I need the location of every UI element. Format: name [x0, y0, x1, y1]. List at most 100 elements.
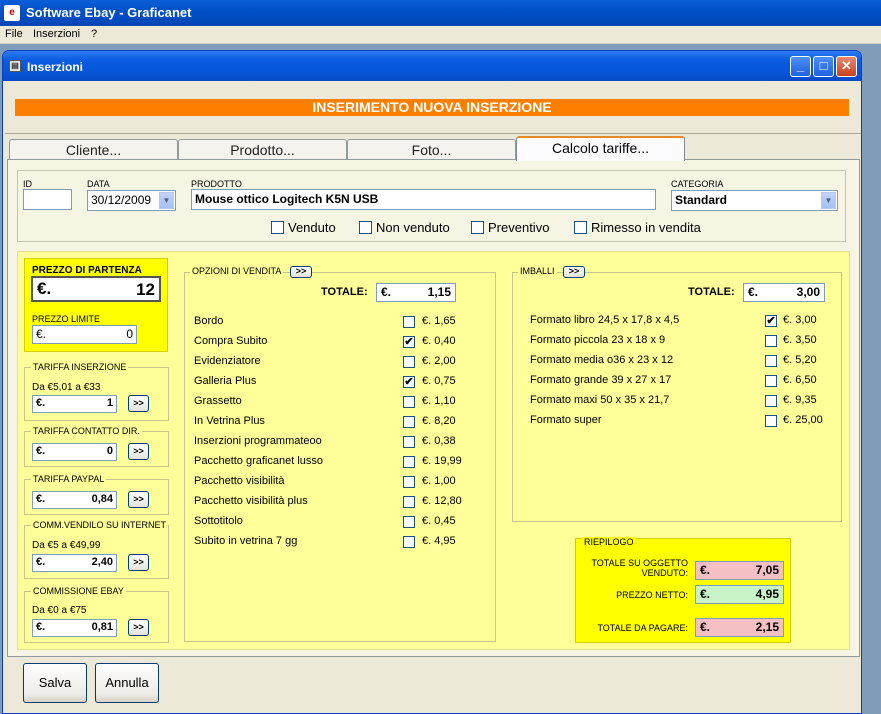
window-titlebar: ▤ Inserzioni _ □ ✕ [3, 51, 861, 81]
opzioni-item-checkbox[interactable] [403, 396, 415, 408]
opzioni-detail-button[interactable]: >> [290, 266, 312, 278]
totale-pagare-label: TOTALE DA PAGARE: [597, 623, 688, 633]
opzioni-item-checkbox[interactable] [403, 416, 415, 428]
opzioni-item-name: Inserzioni programmateoo [194, 435, 322, 447]
opzioni-item-checkbox[interactable] [403, 436, 415, 448]
annulla-button[interactable]: Annulla [95, 663, 159, 703]
opzioni-item-price: €. 1,10 [422, 395, 456, 407]
imballi-item-checkbox[interactable] [765, 395, 777, 407]
opzioni-item-price: €. 8,20 [422, 415, 456, 427]
imballi-item-checkbox[interactable] [765, 375, 777, 387]
venduto-checkbox[interactable] [271, 221, 284, 234]
imballi-item-name: Formato media o36 x 23 x 12 [530, 354, 674, 366]
prezzo-limite-field[interactable]: €. 0 [32, 325, 137, 344]
comm-vendilo-detail-button[interactable]: >> [128, 554, 149, 571]
imballi-totale-field[interactable]: €. 3,00 [743, 283, 825, 302]
totale-pagare-value: 2,15 [755, 620, 779, 634]
tariffa-paypal-label: TARIFFA PAYPAL [31, 474, 107, 484]
opzioni-item-name: Subito in vetrina 7 gg [194, 535, 298, 547]
euro-prefix: €. [700, 587, 711, 601]
menu-inserzioni[interactable]: Inserzioni [33, 28, 80, 40]
prezzo-partenza-label: PREZZO DI PARTENZA [32, 265, 142, 276]
salva-button[interactable]: Salva [23, 663, 87, 703]
totale-pagare-field[interactable]: €. 2,15 [695, 618, 784, 637]
app-icon: e [4, 5, 20, 21]
opzioni-totale-value: 1,15 [427, 285, 451, 299]
comm-vendilo-label: COMM.VENDILO SU INTERNET [31, 520, 169, 530]
prodotto-field[interactable]: Mouse ottico Logitech K5N USB [191, 189, 656, 210]
euro-prefix: €. [381, 285, 392, 299]
commissione-ebay-detail-button[interactable]: >> [128, 619, 149, 636]
categoria-select[interactable]: Standard ▼ [671, 190, 838, 211]
opzioni-totale-label: TOTALE: [321, 286, 368, 298]
preventivo-label: Preventivo [488, 220, 550, 235]
maximize-button[interactable]: □ [813, 56, 834, 77]
opzioni-item-price: €. 4,95 [422, 535, 456, 547]
opzioni-item-checkbox[interactable] [403, 356, 415, 368]
tariffa-inserzione-field[interactable]: €. 1 [32, 395, 117, 413]
euro-prefix: €. [748, 285, 759, 299]
imballi-item-checkbox[interactable] [765, 335, 777, 347]
imballi-detail-button[interactable]: >> [563, 266, 585, 278]
rimesso-checkbox[interactable] [574, 221, 587, 234]
tariffa-paypal-field[interactable]: €. 0,84 [32, 491, 117, 509]
tab-calcolo-tariffe[interactable]: Calcolo tariffe... [516, 136, 685, 161]
opzioni-item-name: Pacchetto graficanet lusso [194, 455, 324, 467]
comm-vendilo-field[interactable]: €. 2,40 [32, 554, 117, 572]
tab-prodotto[interactable]: Prodotto... [178, 139, 347, 160]
chevron-down-icon[interactable]: ▼ [821, 192, 836, 209]
data-label: DATA [87, 179, 110, 189]
commissione-ebay-value: 0,81 [91, 621, 113, 633]
opzioni-item-name: Galleria Plus [194, 375, 257, 387]
opzioni-item-checkbox[interactable] [403, 536, 415, 548]
tariffa-inserzione-detail-button[interactable]: >> [128, 395, 149, 412]
imballi-item-price: €. 6,50 [783, 374, 817, 386]
prezzo-netto-field[interactable]: €. 4,95 [695, 585, 784, 604]
opzioni-item-checkbox[interactable] [403, 476, 415, 488]
imballi-item-checkbox[interactable] [765, 415, 777, 427]
prezzo-limite-label: PREZZO LIMITE [32, 314, 101, 324]
menu-help[interactable]: ? [91, 28, 97, 40]
imballi-item-name: Formato maxi 50 x 35 x 21,7 [530, 394, 670, 406]
non-venduto-checkbox[interactable] [359, 221, 372, 234]
imballi-item-checkbox[interactable] [765, 355, 777, 367]
id-field[interactable] [23, 189, 72, 210]
opzioni-item-checkbox[interactable]: ✔ [403, 336, 415, 348]
opzioni-item-checkbox[interactable] [403, 316, 415, 328]
opzioni-item-name: Compra Subito [194, 335, 268, 347]
totale-oggetto-field[interactable]: €. 7,05 [695, 561, 784, 580]
totale-oggetto-label-line2: VENDUTO: [641, 568, 688, 578]
tariffa-contatto-field[interactable]: €. 0 [32, 443, 117, 461]
imballi-item-price: €. 25,00 [783, 414, 823, 426]
tariffa-contatto-label: TARIFFA CONTATTO DIR. [31, 426, 142, 436]
opzioni-item-price: €. 0,40 [422, 335, 456, 347]
opzioni-item-checkbox[interactable] [403, 496, 415, 508]
categoria-value: Standard [675, 193, 728, 207]
tariffa-paypal-detail-button[interactable]: >> [128, 491, 149, 508]
venduto-label: Venduto [288, 220, 336, 235]
opzioni-totale-field[interactable]: €. 1,15 [376, 283, 456, 302]
data-picker[interactable]: 30/12/2009 ▼ [87, 190, 176, 211]
prezzo-partenza-field[interactable]: €. 12 [31, 276, 161, 302]
euro-prefix: €. [36, 397, 46, 409]
non-venduto-label: Non venduto [376, 220, 450, 235]
opzioni-item-checkbox[interactable] [403, 516, 415, 528]
opzioni-item-checkbox[interactable]: ✔ [403, 376, 415, 388]
imballi-totale-label: TOTALE: [688, 286, 735, 298]
prezzo-limite-value: 0 [126, 327, 133, 341]
commissione-ebay-field[interactable]: €. 0,81 [32, 619, 117, 637]
tab-foto[interactable]: Foto... [347, 139, 516, 160]
imballi-item-checkbox[interactable]: ✔ [765, 315, 777, 327]
menu-file[interactable]: File [5, 28, 23, 40]
opzioni-item-price: €. 0,38 [422, 435, 456, 447]
preventivo-checkbox[interactable] [471, 221, 484, 234]
prezzo-partenza-value: 12 [136, 280, 155, 299]
tariffa-contatto-detail-button[interactable]: >> [128, 443, 149, 460]
imballi-label: IMBALLI [518, 266, 557, 276]
close-button[interactable]: ✕ [836, 56, 857, 77]
opzioni-item-price: €. 12,80 [422, 495, 462, 507]
tab-cliente[interactable]: Cliente... [9, 139, 178, 160]
opzioni-item-checkbox[interactable] [403, 456, 415, 468]
minimize-button[interactable]: _ [790, 56, 811, 77]
chevron-down-icon[interactable]: ▼ [159, 192, 174, 209]
